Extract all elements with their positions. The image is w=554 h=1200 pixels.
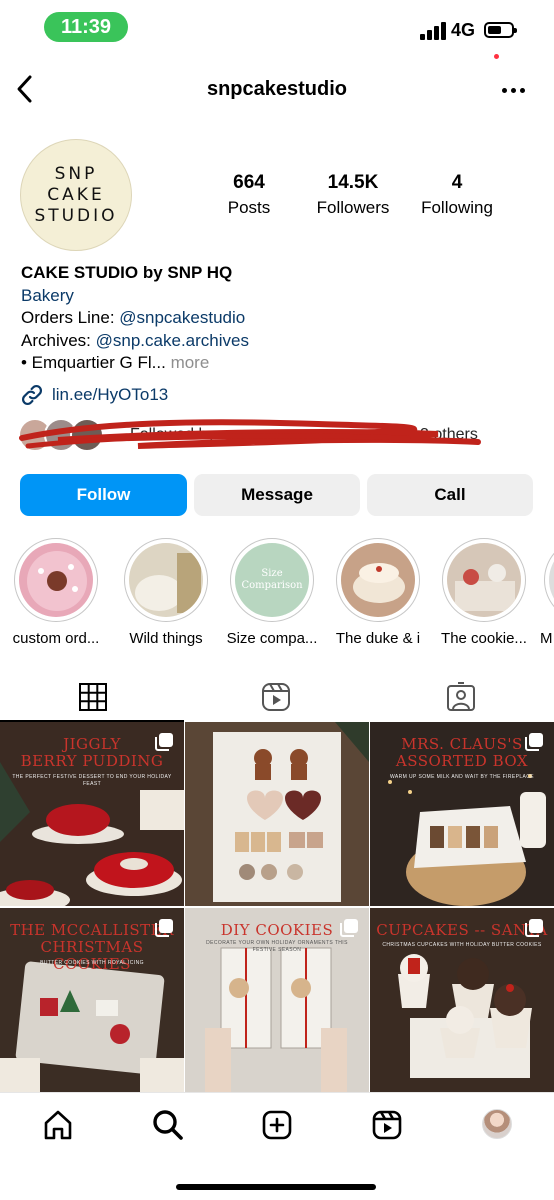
highlight-cover	[549, 543, 554, 617]
follow-button[interactable]: Follow	[20, 474, 187, 516]
posts-grid: JIGGLY BERRY PUDDING THE PERFECT FESTIVE…	[0, 722, 554, 1092]
stat-followers[interactable]: 14.5K Followers	[304, 172, 402, 218]
website-link[interactable]: lin.ee/HyOTo13	[52, 385, 168, 405]
profile-header: snpcakestudio	[0, 64, 554, 116]
stat-value: 14.5K	[327, 172, 379, 193]
profile-tabs	[0, 672, 554, 722]
call-button[interactable]: Call	[367, 474, 533, 516]
highlight-label: Wild things	[129, 630, 203, 647]
highlight-item[interactable]: M	[538, 538, 554, 647]
profile-website[interactable]: lin.ee/HyOTo13	[20, 382, 168, 408]
profile-category[interactable]: Bakery	[21, 285, 541, 308]
bio-more-link[interactable]: more	[171, 353, 210, 372]
notification-dot	[494, 54, 499, 59]
home-indicator	[176, 1184, 376, 1190]
followed-by[interactable]: Followed by m_________________ and 3 oth…	[18, 416, 538, 456]
profile-avatar-tab[interactable]	[482, 1109, 512, 1139]
post-tile[interactable]: CUPCAKES -- SANTA CHRISTMAS CUPCAKES WIT…	[370, 908, 554, 1092]
post-tile[interactable]	[185, 722, 369, 906]
highlight-item[interactable]: The duke & i	[330, 538, 426, 647]
highlight-label: The cookie...	[441, 630, 527, 647]
grid-icon[interactable]	[78, 682, 108, 712]
redaction-scribble	[19, 419, 481, 449]
status-time: 11:39	[44, 12, 128, 42]
stat-label: Followers	[316, 198, 390, 217]
post-subtitle: CHRISTMAS CUPCAKES WITH HOLIDAY BUTTER C…	[382, 942, 542, 948]
multiple-images-icon	[525, 919, 543, 937]
highlight-item[interactable]: The cookie...	[436, 538, 532, 647]
stat-value: 664	[233, 172, 265, 193]
highlight-cover-text: Size Comparison	[241, 568, 303, 591]
profile-username: snpcakestudio	[206, 78, 348, 100]
post-image	[185, 722, 369, 906]
bio-orders-line: Orders Line: @snpcakestudio	[21, 308, 246, 328]
reels-icon[interactable]	[261, 682, 291, 712]
search-icon[interactable]	[152, 1109, 184, 1141]
more-options-icon[interactable]	[502, 88, 526, 94]
multiple-images-icon	[340, 919, 358, 937]
profile-stats: 664 Posts 14.5K Followers 4 Following	[200, 172, 520, 222]
profile-display-name: CAKE STUDIO by SNP HQ	[21, 263, 233, 282]
highlight-cover	[129, 543, 203, 617]
message-button[interactable]: Message	[194, 474, 360, 516]
post-tile[interactable]: MRS. CLAUS'S ASSORTED BOX WARM UP SOME M…	[370, 722, 554, 906]
multiple-images-icon	[155, 919, 173, 937]
multiple-images-icon	[525, 733, 543, 751]
stat-following[interactable]: 4 Following	[408, 172, 506, 218]
highlight-cover: Size Comparison	[235, 543, 309, 617]
post-subtitle: BUTTER COOKIES WITH ROYAL ICING	[40, 960, 144, 966]
highlight-label: custom ord...	[12, 630, 100, 647]
highlight-cover	[341, 543, 415, 617]
highlight-item[interactable]: custom ord...	[8, 538, 104, 647]
post-tile[interactable]: THE MCCALLISTER CHRISTMAS COOKIES BUTTER…	[0, 908, 184, 1092]
archives-handle-link[interactable]: @snp.cake.archives	[96, 331, 249, 350]
stat-label: Following	[421, 198, 493, 217]
tagged-icon[interactable]	[446, 682, 476, 712]
profile-avatar[interactable]: SNP CAKE STUDIO	[20, 139, 132, 251]
reels-icon[interactable]	[371, 1109, 403, 1141]
highlight-item[interactable]: Wild things	[118, 538, 214, 647]
highlight-label: M	[540, 630, 553, 647]
create-post-icon[interactable]	[261, 1109, 293, 1141]
highlight-item[interactable]: Size Comparison Size compa...	[224, 538, 320, 647]
highlight-label: The duke & i	[335, 630, 421, 647]
post-subtitle: THE PERFECT FESTIVE DESSERT TO END YOUR …	[12, 774, 172, 787]
battery-icon	[484, 22, 517, 38]
story-highlights: custom ord... Wild things Size Compariso…	[0, 538, 554, 648]
status-bar: 11:39 4G	[0, 0, 554, 56]
highlight-label: Size compa...	[226, 630, 318, 647]
post-tile[interactable]: DIY COOKIES DECORATE YOUR OWN HOLIDAY OR…	[185, 908, 369, 1092]
stat-posts[interactable]: 664 Posts	[200, 172, 298, 218]
stat-label: Posts	[227, 198, 271, 217]
network-type: 4G	[451, 20, 476, 40]
bio-archives-line: Archives: @snp.cake.archives	[21, 330, 249, 350]
post-subtitle: DECORATE YOUR OWN HOLIDAY ORNAMENTS THIS…	[206, 940, 348, 953]
bio-location-line: • Emquartier G Fl... more	[21, 353, 210, 373]
highlight-cover	[447, 543, 521, 617]
post-subtitle: WARM UP SOME MILK AND WAIT BY THE FIREPL…	[390, 774, 534, 780]
link-icon	[21, 384, 43, 406]
stat-value: 4	[451, 172, 463, 193]
highlight-cover	[19, 543, 93, 617]
profile-bio: CAKE STUDIO by SNP HQ Bakery Orders Line…	[21, 262, 541, 375]
post-tile[interactable]: JIGGLY BERRY PUDDING THE PERFECT FESTIVE…	[0, 722, 184, 906]
multiple-images-icon	[155, 733, 173, 751]
cellular-signal-icon	[420, 22, 446, 40]
home-icon[interactable]	[42, 1109, 74, 1141]
orders-handle-link[interactable]: @snpcakestudio	[119, 308, 245, 327]
avatar-logo-text: SNP CAKE STUDIO	[34, 163, 118, 226]
